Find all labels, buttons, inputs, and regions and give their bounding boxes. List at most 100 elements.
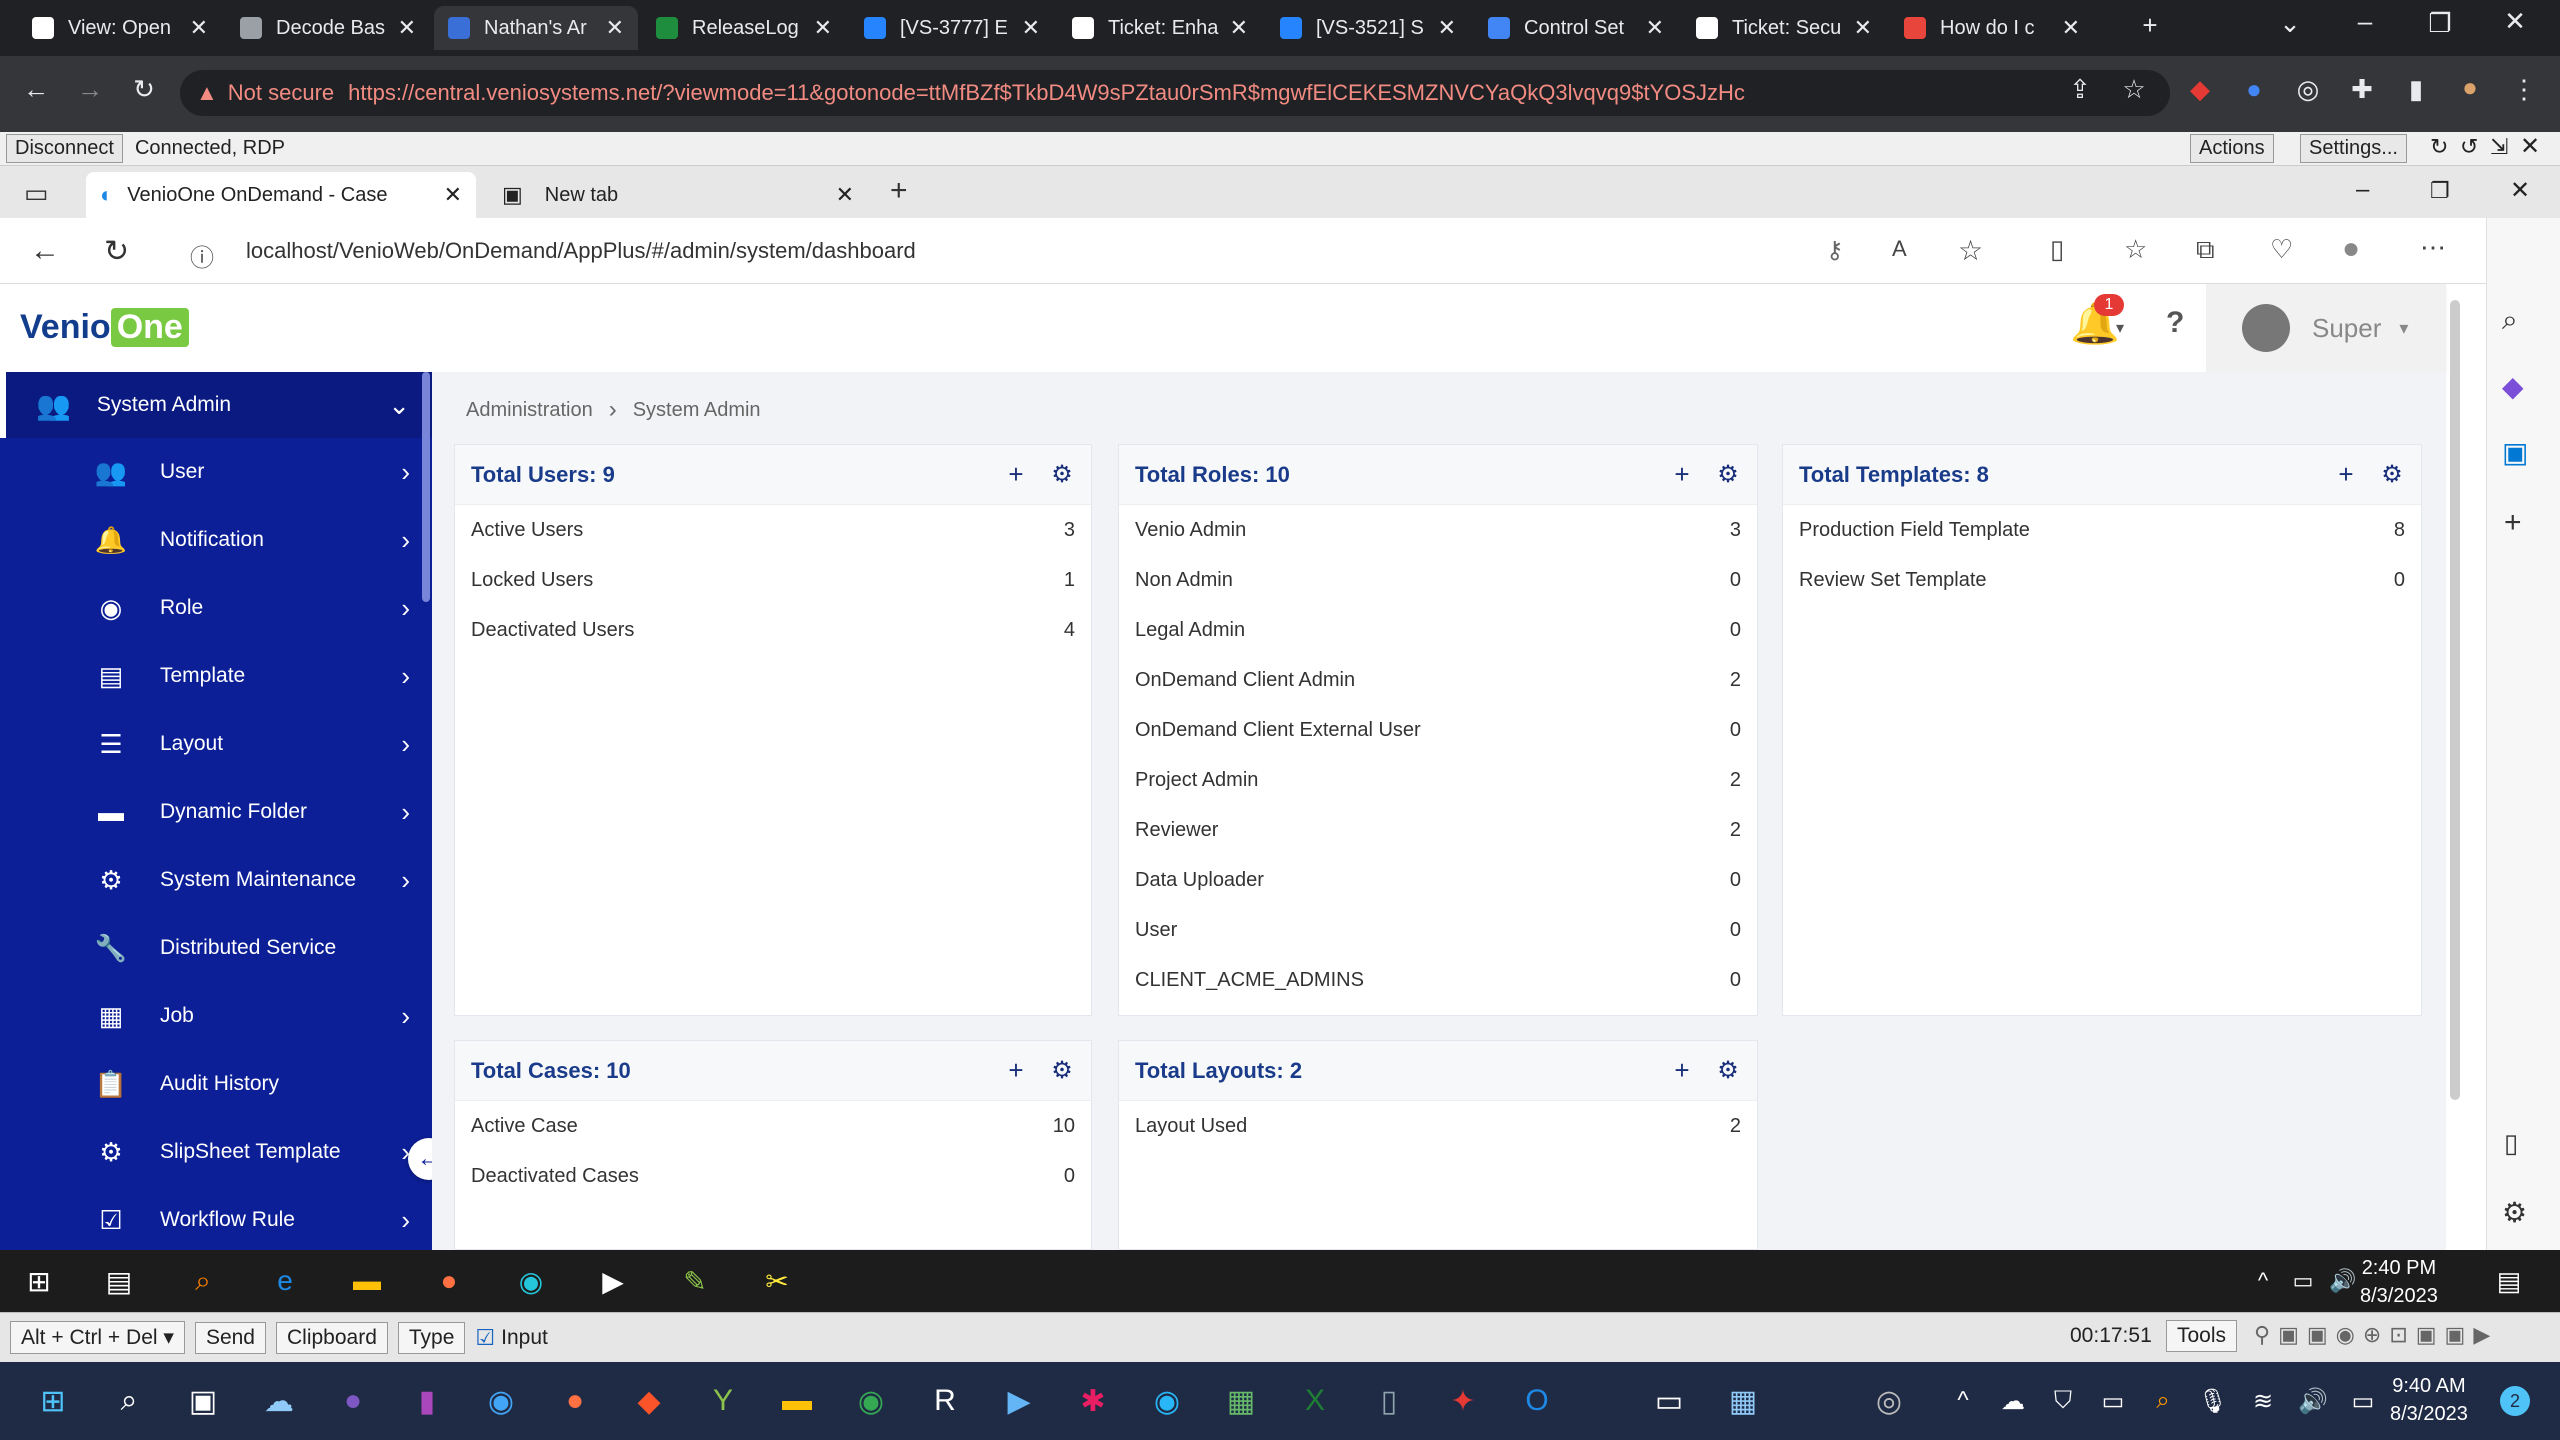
- snipping-tool-icon[interactable]: ✂: [756, 1260, 798, 1302]
- close-tab-icon[interactable]: ✕: [444, 182, 462, 208]
- key-icon[interactable]: ⚷: [1826, 236, 1844, 265]
- outer-tab[interactable]: ReleaseLog ✕: [642, 6, 846, 50]
- profile-avatar-icon[interactable]: ●: [2450, 72, 2490, 103]
- sidebar-item-workflow-rule[interactable]: ☑ Workflow Rule ›: [0, 1186, 432, 1250]
- edge-search-icon[interactable]: ⌕: [2502, 304, 2518, 337]
- favorite-star-icon[interactable]: ☆: [1958, 234, 1983, 267]
- host-chat-icon[interactable]: ◉: [478, 1378, 524, 1424]
- close-tab-icon[interactable]: ✕: [836, 182, 854, 208]
- tray-chevron-icon[interactable]: ^: [2242, 1260, 2284, 1302]
- inner-close-icon[interactable]: ✕: [2510, 176, 2530, 205]
- rdp-close-icon[interactable]: ✕: [2520, 132, 2540, 161]
- edge-add-icon[interactable]: +: [2504, 506, 2522, 540]
- sidebar-item-job[interactable]: ▦ Job ›: [0, 982, 432, 1050]
- inner-new-tab-button[interactable]: +: [890, 174, 908, 208]
- inner-tab-newtab[interactable]: ▣ New tab ✕: [488, 172, 868, 218]
- sidebar-scrollbar[interactable]: [422, 372, 430, 602]
- back-icon[interactable]: ←: [16, 74, 56, 105]
- outer-url-field[interactable]: ▲ Not secure https://central.veniosystem…: [180, 70, 2170, 116]
- close-tab-icon[interactable]: ✕: [190, 15, 208, 41]
- host-chromium-icon[interactable]: ◎: [1866, 1378, 1912, 1424]
- add-icon[interactable]: +: [1669, 459, 1695, 489]
- host-search-icon[interactable]: ⌕: [106, 1378, 152, 1424]
- host-taskview-icon[interactable]: ▣: [180, 1378, 226, 1424]
- host-firefox-icon[interactable]: ●: [552, 1378, 598, 1424]
- file-explorer-icon[interactable]: ▬: [346, 1260, 388, 1302]
- host-tray-chevron-icon[interactable]: ^: [1940, 1378, 1986, 1424]
- share-icon[interactable]: ⇪: [2060, 74, 2100, 105]
- powershell-icon[interactable]: ▶: [592, 1260, 634, 1302]
- host-rider-icon[interactable]: R: [922, 1378, 968, 1424]
- search-taskbar-icon[interactable]: ⌕: [182, 1260, 224, 1302]
- sidebar-item-notification[interactable]: 🔔 Notification ›: [0, 506, 432, 574]
- outer-tab[interactable]: [VS-3521] S ✕: [1266, 6, 1470, 50]
- edge-outlook-icon[interactable]: ▣: [2502, 436, 2528, 469]
- outer-tab[interactable]: Decode Bas ✕: [226, 6, 430, 50]
- inner-minimize-icon[interactable]: –: [2356, 176, 2369, 204]
- clipboard-button[interactable]: Clipboard: [275, 1321, 388, 1354]
- ublock-icon[interactable]: ◆: [2180, 74, 2220, 105]
- edge-shopping-icon[interactable]: ◆: [2502, 370, 2524, 403]
- host-display-icon[interactable]: ▭: [2090, 1378, 2136, 1424]
- task-view-icon[interactable]: ▤: [98, 1260, 140, 1302]
- send-button[interactable]: Send: [194, 1321, 266, 1354]
- host-start-icon[interactable]: ⊞: [30, 1378, 76, 1424]
- rdp-actions-button[interactable]: Actions: [2190, 134, 2274, 163]
- host-chrome-icon[interactable]: ◉: [848, 1378, 894, 1424]
- host-battery-icon[interactable]: ▭: [2340, 1378, 2386, 1424]
- edge-settings-icon[interactable]: ⚙: [2502, 1196, 2527, 1229]
- tab-actions-icon[interactable]: ▭: [24, 178, 49, 209]
- host-wifi-icon[interactable]: ≋: [2240, 1378, 2286, 1424]
- minimize-icon[interactable]: –: [2345, 6, 2385, 37]
- remote-clock[interactable]: 2:40 PM 8/3/2023: [2360, 1254, 2438, 1310]
- host-app-icon[interactable]: ▮: [404, 1378, 450, 1424]
- read-aloud-icon[interactable]: A: [1892, 236, 1907, 262]
- host-sheet-icon[interactable]: ▦: [1218, 1378, 1264, 1424]
- host-volume-icon[interactable]: 🔊: [2290, 1378, 2336, 1424]
- rdp-settings-button[interactable]: Settings...: [2300, 134, 2407, 163]
- host-clock[interactable]: 9:40 AM 8/3/2023: [2390, 1372, 2468, 1428]
- venioone-logo[interactable]: Venio One: [20, 302, 189, 352]
- host-brave-icon[interactable]: ◆: [626, 1378, 672, 1424]
- sidebar-item-audit-history[interactable]: 📋 Audit History: [0, 1050, 432, 1118]
- host-outlook-icon[interactable]: O: [1514, 1378, 1560, 1424]
- sidebar-item-slipsheet-template[interactable]: ⚙ SlipSheet Template ›: [0, 1118, 432, 1186]
- host-notification-badge[interactable]: 2: [2500, 1386, 2530, 1416]
- host-teams-icon[interactable]: ●: [330, 1378, 376, 1424]
- host-dragon-icon[interactable]: ✦: [1440, 1378, 1486, 1424]
- site-info-icon[interactable]: ⓘ: [190, 238, 214, 273]
- windows-start-icon[interactable]: ⊞: [18, 1260, 60, 1302]
- close-tab-icon[interactable]: ✕: [2062, 15, 2080, 41]
- close-tab-icon[interactable]: ✕: [1022, 15, 1040, 41]
- outer-tab[interactable]: How do I c ✕: [1890, 6, 2094, 50]
- outer-tab[interactable]: Nathan's Ar ✕: [434, 6, 638, 50]
- sidebar-item-template[interactable]: ▤ Template ›: [0, 642, 432, 710]
- firefox-icon[interactable]: ●: [428, 1260, 470, 1302]
- user-menu[interactable]: Super ▾: [2206, 284, 2446, 372]
- close-tab-icon[interactable]: ✕: [814, 15, 832, 41]
- breadcrumb-administration[interactable]: Administration: [466, 399, 593, 422]
- sidebar-item-distributed-service[interactable]: 🔧 Distributed Service: [0, 914, 432, 982]
- host-defender-icon[interactable]: ⛉: [2040, 1378, 2086, 1424]
- split-screen-icon[interactable]: ▯: [2050, 234, 2064, 265]
- host-terminal-icon[interactable]: ▶: [996, 1378, 1042, 1424]
- type-button[interactable]: Type: [397, 1321, 466, 1354]
- inner-tab-venioone[interactable]: ◐ VenioOne OnDemand - Case ✕: [86, 172, 476, 218]
- app-scribble-icon[interactable]: ✎: [674, 1260, 716, 1302]
- gear-icon[interactable]: ⚙: [1715, 1057, 1741, 1084]
- reload-icon[interactable]: ↻: [124, 74, 164, 105]
- collections-icon[interactable]: ⧉: [2196, 234, 2215, 266]
- host-torch-icon[interactable]: Y: [700, 1378, 746, 1424]
- sidebar-item-dynamic-folder[interactable]: ▬ Dynamic Folder ›: [0, 778, 432, 846]
- add-icon[interactable]: +: [1003, 1055, 1029, 1085]
- outer-tab[interactable]: Ticket: Enha ✕: [1058, 6, 1262, 50]
- ie-icon[interactable]: e: [264, 1260, 306, 1302]
- add-icon[interactable]: +: [1003, 459, 1029, 489]
- sidebar-item-role[interactable]: ◉ Role ›: [0, 574, 432, 642]
- outer-tab[interactable]: [VS-3777] E ✕: [850, 6, 1054, 50]
- host-cmd-icon[interactable]: ▭: [1646, 1378, 1692, 1424]
- disconnect-button[interactable]: Disconnect: [6, 134, 123, 163]
- input-checkbox-icon[interactable]: ☑: [475, 1325, 495, 1351]
- host-explorer-icon[interactable]: ▬: [774, 1378, 820, 1424]
- host-onedrive-icon[interactable]: ☁: [1990, 1378, 2036, 1424]
